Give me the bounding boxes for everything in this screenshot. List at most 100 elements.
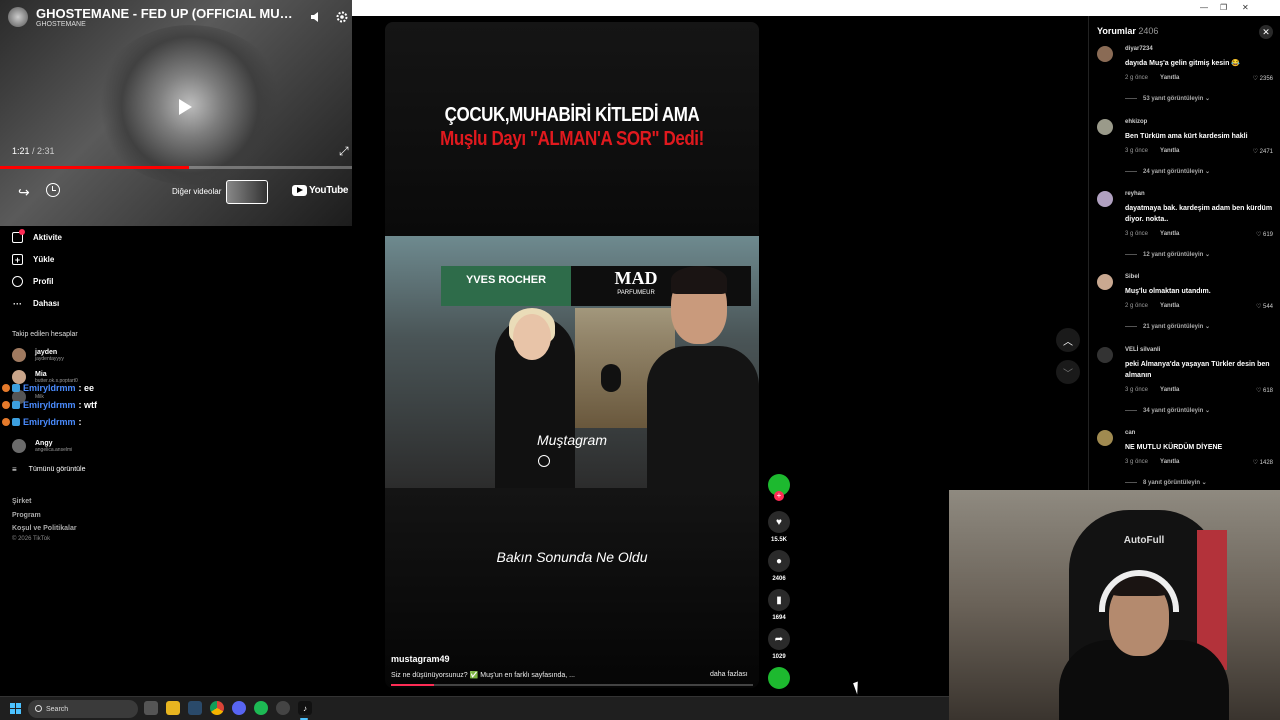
taskbar-search[interactable]: Search [28, 700, 138, 718]
show-all-button[interactable]: ≡ Tümünü görüntüle [12, 465, 86, 474]
watch-later-clock-icon[interactable] [46, 183, 60, 197]
footer-terms-link[interactable]: Koşul ve Politikalar [12, 525, 77, 532]
steam-icon[interactable] [188, 701, 202, 715]
youtube-mini-player[interactable]: GHOSTEMANE - FED UP (OFFICIAL MUSIC VIDE… [0, 0, 352, 226]
comment-icon[interactable]: ● [768, 550, 790, 572]
channel-name[interactable]: GHOSTEMANE [36, 21, 300, 28]
comment-user[interactable]: ehkizop [1125, 119, 1147, 125]
close-window-icon[interactable]: ✕ [1242, 3, 1249, 12]
youtube-logo[interactable]: YouTube [292, 185, 349, 196]
comment-like-count: 1428 [1259, 460, 1273, 466]
video-author[interactable]: mustagram49 [391, 654, 450, 664]
windows-start-icon[interactable] [10, 703, 22, 715]
replies-label: 34 yanıt görüntüleyin [1143, 407, 1204, 414]
bookmark-icon[interactable]: ▮ [768, 589, 790, 611]
avatar[interactable] [1097, 191, 1113, 207]
comment-meta: 3 g önce Yanıtla [1125, 231, 1179, 237]
list-icon: ≡ [12, 465, 17, 474]
video-frame[interactable]: YVES ROCHER MAD PARFUMEUR Muştagram [385, 236, 759, 488]
share-icon[interactable]: ↪ [18, 184, 30, 201]
previous-video-chevron-up-icon[interactable]: ︿ [1056, 328, 1080, 352]
more-link[interactable]: daha fazlası [710, 671, 748, 678]
comment-like[interactable]: ♡ 544 [1256, 303, 1273, 310]
reply-button[interactable]: Yanıtla [1160, 231, 1179, 237]
play-icon[interactable] [172, 95, 196, 119]
chrome-icon[interactable] [210, 701, 224, 715]
followed-account[interactable]: Mia butter.ok.s.poptart0 [12, 370, 78, 384]
comment-like[interactable]: ♡ 1428 [1253, 459, 1273, 466]
sidebar-item-activity[interactable]: Aktivite [12, 229, 62, 243]
search-icon [35, 705, 42, 712]
comment-time: 2 g önce [1125, 75, 1149, 81]
video-title[interactable]: GHOSTEMANE - FED UP (OFFICIAL MUSIC VIDE… [36, 6, 294, 21]
comment-like[interactable]: ♡ 618 [1256, 387, 1273, 394]
follow-plus-icon[interactable]: + [774, 491, 784, 501]
reply-button[interactable]: Yanıtla [1160, 459, 1179, 465]
avatar[interactable] [1097, 430, 1113, 446]
followed-account[interactable]: Angy angelica.anselmi [12, 439, 72, 453]
reply-button[interactable]: Yanıtla [1160, 75, 1179, 81]
file-explorer-icon[interactable] [166, 701, 180, 715]
show-all-label: Tümünü görüntüle [28, 466, 86, 473]
reply-button[interactable]: Yanıtla [1160, 148, 1179, 154]
task-view-icon[interactable] [144, 701, 158, 715]
comment-user[interactable]: reyhan [1125, 191, 1145, 197]
avatar[interactable] [1097, 347, 1113, 363]
next-video-chevron-down-icon[interactable]: ﹀ [1056, 360, 1080, 384]
volume-icon[interactable] [306, 7, 326, 27]
share-arrow-icon[interactable]: ➦ [768, 628, 790, 650]
comment-like[interactable]: ♡ 2471 [1253, 148, 1273, 155]
video-headline-line1: ÇOCUK,MUHABİRİ KİTLEDİ AMA [444, 104, 700, 126]
comment-like[interactable]: ♡ 619 [1256, 231, 1273, 238]
video-headline-line2: Muşlu Dayı "ALMAN'A SOR" Dedi! [440, 128, 704, 150]
expand-icon[interactable]: ⤢ [339, 144, 349, 159]
interviewee-figure [647, 346, 759, 488]
like-heart-icon[interactable]: ♥ [768, 511, 790, 533]
view-replies-button[interactable]: 53 yanıt görüntüleyin ⌄ [1125, 95, 1210, 102]
view-replies-button[interactable]: 21 yanıt görüntüleyin ⌄ [1125, 323, 1210, 330]
channel-avatar[interactable] [8, 7, 28, 27]
more-videos-label[interactable]: Diğer videolar [172, 187, 221, 196]
comment-user[interactable]: diyar7234 [1125, 46, 1153, 52]
music-disc-icon[interactable] [768, 667, 790, 689]
replies-label: 8 yanıt görüntüleyin [1143, 479, 1201, 486]
footer-company-link[interactable]: Şirket [12, 498, 31, 505]
comment-user[interactable]: can [1125, 430, 1135, 436]
chat-text: : ee [78, 383, 95, 393]
minimize-icon[interactable]: — [1200, 3, 1208, 12]
more-videos-thumbnail[interactable] [226, 180, 268, 204]
comment-user[interactable]: Sibel [1125, 274, 1139, 280]
tiktok-icon[interactable]: ♪ [298, 701, 312, 715]
avatar[interactable] [1097, 274, 1113, 290]
sidebar-item-profile[interactable]: Profil [12, 276, 53, 287]
video-progress-bar[interactable] [391, 684, 753, 686]
reply-button[interactable]: Yanıtla [1160, 387, 1179, 393]
webcam-overlay: AutoFull [949, 490, 1280, 720]
close-icon[interactable]: ✕ [1259, 25, 1273, 39]
view-replies-button[interactable]: 34 yanıt görüntüleyin ⌄ [1125, 407, 1210, 414]
reply-button[interactable]: Yanıtla [1160, 303, 1179, 309]
sidebar-item-label: Yükle [33, 255, 55, 264]
spotify-icon[interactable] [254, 701, 268, 715]
settings-gear-icon[interactable] [332, 7, 352, 27]
sidebar-item-label: Aktivite [33, 233, 62, 242]
view-replies-button[interactable]: 8 yanıt görüntüleyin ⌄ [1125, 479, 1207, 486]
app-icon[interactable] [276, 701, 290, 715]
sidebar-item-more[interactable]: ··· Dahası [12, 298, 59, 309]
comment-user[interactable]: VELİ silvanli [1125, 347, 1160, 353]
view-replies-button[interactable]: 24 yanıt görüntüleyin ⌄ [1125, 168, 1210, 175]
store-left-name: YVES ROCHER [465, 274, 547, 286]
avatar[interactable] [1097, 119, 1113, 135]
restore-icon[interactable]: ❐ [1220, 3, 1227, 12]
footer-program-link[interactable]: Program [12, 512, 41, 519]
player-progress-bar[interactable] [0, 166, 352, 169]
sidebar-item-upload[interactable]: + Yükle [12, 254, 54, 265]
notification-badge [19, 229, 25, 235]
comment-like[interactable]: ♡ 2356 [1253, 75, 1273, 82]
video-progress-fill [391, 684, 435, 686]
discord-icon[interactable] [232, 701, 246, 715]
view-replies-button[interactable]: 12 yanıt görüntüleyin ⌄ [1125, 251, 1210, 258]
followed-account[interactable]: jayden jaydentayyyy [12, 348, 64, 362]
avatar[interactable] [1097, 46, 1113, 62]
comment-meta: 3 g önce Yanıtla [1125, 459, 1179, 465]
